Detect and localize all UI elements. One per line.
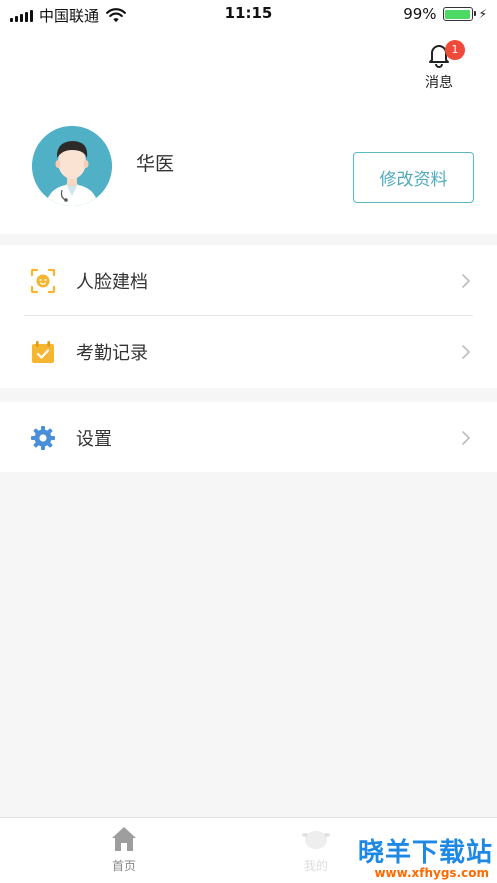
chevron-right-icon bbox=[462, 344, 470, 359]
menu-item-settings[interactable]: 设置 bbox=[0, 402, 497, 473]
chevron-right-icon bbox=[462, 430, 470, 445]
menu-group-settings: 设置 bbox=[0, 402, 497, 472]
battery-percent: 99% bbox=[403, 5, 437, 23]
tab-home[interactable]: 首页 bbox=[84, 824, 164, 874]
battery-icon bbox=[442, 7, 476, 21]
message-badge: 1 bbox=[445, 40, 465, 60]
home-icon bbox=[112, 827, 136, 851]
watermark-logo: 晓羊下载站 bbox=[357, 838, 493, 868]
chevron-right-icon bbox=[462, 273, 470, 288]
user-name: 华医 bbox=[136, 153, 175, 175]
sheep-icon bbox=[302, 831, 330, 849]
status-right: 99% ⚡ bbox=[403, 5, 487, 23]
avatar[interactable] bbox=[32, 126, 112, 206]
menu-group-primary: 人脸建档 考勤记录 bbox=[0, 245, 497, 388]
edit-profile-button[interactable]: 修改资料 bbox=[353, 152, 474, 203]
profile-header: 1 消息 华医 修改资料 bbox=[0, 28, 497, 234]
charging-icon: ⚡ bbox=[478, 7, 487, 21]
menu-item-face-archive[interactable]: 人脸建档 bbox=[0, 245, 497, 316]
face-archive-label: 人脸建档 bbox=[76, 271, 148, 293]
face-scan-icon bbox=[30, 268, 56, 293]
doctor-avatar-icon bbox=[32, 126, 112, 206]
status-bar: 中国联通 11:15 99% ⚡ bbox=[0, 0, 497, 28]
battery-fill bbox=[445, 9, 470, 19]
tab-mine-label: 我的 bbox=[303, 859, 328, 873]
tab-mine[interactable]: 我的 bbox=[276, 824, 356, 874]
tab-bar: 首页 我的 晓羊下载站 www.xfhygs.com bbox=[0, 817, 497, 883]
settings-label: 设置 bbox=[76, 428, 112, 450]
tab-home-label: 首页 bbox=[111, 859, 136, 873]
watermark-url: www.xfhygs.com bbox=[374, 866, 489, 880]
calendar-check-icon bbox=[32, 340, 54, 363]
messages-label: 消息 bbox=[425, 75, 453, 91]
messages-button[interactable]: 1 消息 bbox=[419, 40, 465, 98]
menu-item-attendance[interactable]: 考勤记录 bbox=[0, 316, 497, 387]
gear-icon bbox=[31, 425, 55, 450]
attendance-label: 考勤记录 bbox=[76, 342, 148, 364]
